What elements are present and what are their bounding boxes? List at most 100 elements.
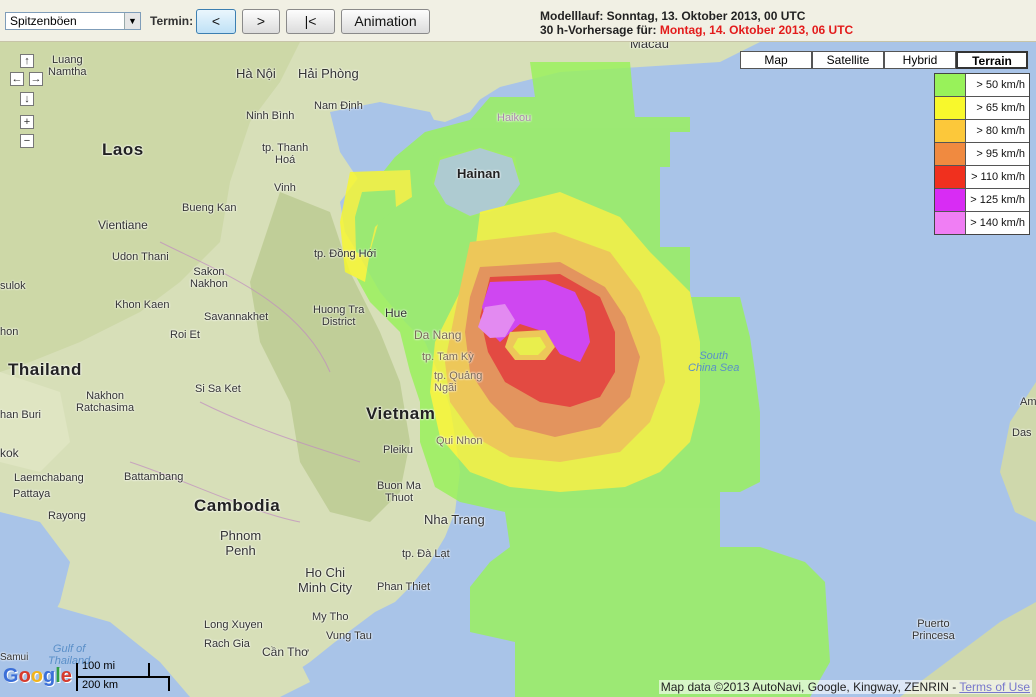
legend-swatch [935,74,966,96]
place-am: Am [1020,396,1036,408]
place-nha-trang: Nha Trang [424,512,485,527]
model-run-info: Modelllauf: Sonntag, 13. Oktober 2013, 0… [540,9,853,37]
maptype-map-button[interactable]: Map [740,51,812,69]
place-thanh-hoa: tp. Thanh Hoá [262,142,309,166]
place-my-tho: My Tho [312,611,349,623]
place-savannakhet: Savannakhet [204,311,269,323]
legend-row: > 65 km/h [935,97,1029,120]
pan-left-button[interactable]: ← [10,72,24,86]
place-ho-chi-minh: Ho Chi Minh City [298,565,353,595]
place-hon: hon [0,326,19,338]
legend-row: > 50 km/h [935,74,1029,97]
place-nam-dinh: Nam Định [314,100,363,112]
scale-bar: 100 mi 200 km [76,660,171,692]
legend-label: > 80 km/h [976,125,1025,137]
scale-km: 200 km [82,679,119,691]
place-qui-nhon: Qui Nhon [436,435,483,447]
place-laos: Laos [102,140,144,159]
place-han-buri: han Buri [0,409,41,421]
map-copyright: Map data ©2013 AutoNavi, Google, Kingway… [658,680,1032,694]
place-dong-hoi: tp. Đồng Hới [314,248,377,260]
place-pleiku: Pleiku [383,444,413,456]
legend-label: > 110 km/h [971,171,1025,183]
place-buon-ma-thuot: Buon Ma Thuot [377,480,422,504]
legend-label: > 140 km/h [970,217,1025,229]
parameter-select-value: Spitzenböen [10,14,77,28]
place-udon-thani: Udon Thani [112,251,169,263]
place-south-china-sea: South China Sea [688,350,740,374]
place-vung-tau: Vung Tau [326,630,372,642]
place-puerto-princesa: Puerto Princesa [912,618,955,642]
place-haikou: Haikou [497,112,532,124]
place-macau: Macau [630,42,670,51]
pan-right-button[interactable]: → [29,72,43,86]
place-can-tho: Cần Thơ [262,645,310,659]
maptype-hybrid-button[interactable]: Hybrid [884,51,956,69]
parameter-select[interactable]: Spitzenböen ▼ [5,12,141,30]
legend-label: > 125 km/h [970,194,1025,206]
place-cambodia: Cambodia [194,496,281,515]
map-terrain [0,42,1036,697]
copyright-text: Map data ©2013 AutoNavi, Google, Kingway… [660,680,960,694]
place-si-sa-ket: Si Sa Ket [195,383,241,395]
first-button[interactable]: |< [286,9,335,34]
modelllauf-value: Sonntag, 13. Oktober 2013, 00 UTC [606,9,806,23]
place-vinh: Vinh [274,182,296,194]
place-pattaya: Pattaya [13,488,51,500]
place-sulok: sulok [0,280,26,292]
legend-row: > 95 km/h [935,143,1029,166]
legend-swatch [935,120,966,142]
legend-label: > 95 km/h [976,148,1025,160]
legend-swatch [935,97,966,119]
next-button[interactable]: > [242,9,280,34]
legend-label: > 50 km/h [976,79,1025,91]
place-huong-tra: Huong Tra District [313,304,365,328]
maptype-terrain-button[interactable]: Terrain [956,51,1028,69]
prev-button[interactable]: < [196,9,236,34]
place-thailand: Thailand [8,360,82,379]
pan-up-button[interactable]: ↑ [20,54,34,68]
pan-down-button[interactable]: ↓ [20,92,34,106]
map-canvas[interactable]: Luang Namtha Hà Nội Hải Phòng Nam Định N… [0,42,1036,697]
google-logo: Google [3,665,72,687]
legend-swatch [935,212,966,234]
place-ha-noi: Hà Nội [236,66,276,81]
place-luang-namtha: Luang Namtha [48,54,87,78]
animation-button[interactable]: Animation [341,9,430,34]
forecast-value: Montag, 14. Oktober 2013, 06 UTC [659,23,854,37]
place-rayong: Rayong [48,510,86,522]
place-sakon-nakhon: Sakon Nakhon [190,266,228,290]
scale-miles: 100 mi [82,660,116,672]
place-hainan: Hainan [457,166,501,181]
place-rach-gia: Rach Gia [204,638,250,650]
place-vietnam: Vietnam [366,404,436,423]
place-laemchabang: Laemchabang [14,472,84,484]
place-da-lat: tp. Đà Lạt [402,548,450,560]
modelllauf-label: Modelllauf: [540,9,604,23]
place-vientiane: Vientiane [98,218,148,232]
place-hue: Hue [385,306,408,320]
place-tam-ky: tp. Tam Kỳ [422,351,474,363]
place-phnom-penh: Phnom Penh [220,528,262,558]
maptype-satellite-button[interactable]: Satellite [812,51,884,69]
chevron-down-icon[interactable]: ▼ [124,13,140,29]
gust-legend: > 50 km/h > 65 km/h > 80 km/h > 95 km/h > 11… [934,73,1030,235]
place-nakhon-ratchasima: Nakhon Ratchasima [76,390,135,414]
legend-row: > 80 km/h [935,120,1029,143]
zoom-in-button[interactable]: + [20,115,34,129]
place-roi-et: Roi Et [170,329,200,341]
legend-row: > 140 km/h [935,212,1029,234]
toolbar: Spitzenböen ▼ Termin: < > |< Animation M… [0,0,1036,42]
legend-row: > 125 km/h [935,189,1029,212]
place-khon-kaen: Khon Kaen [115,299,170,311]
place-da-nang: Da Nang [414,328,462,342]
place-ninh-binh: Ninh Bình [246,110,295,122]
terms-of-use-link[interactable]: Terms of Use [959,680,1030,694]
place-bueng-kan: Bueng Kan [182,202,237,214]
zoom-out-button[interactable]: − [20,134,34,148]
forecast-label: 30 h-Vorhersage für: [540,23,657,37]
legend-swatch [935,189,966,211]
legend-swatch [935,166,966,188]
place-quang-ngai: tp. Quảng Ngãi [434,370,483,394]
place-kok: kok [0,446,19,460]
